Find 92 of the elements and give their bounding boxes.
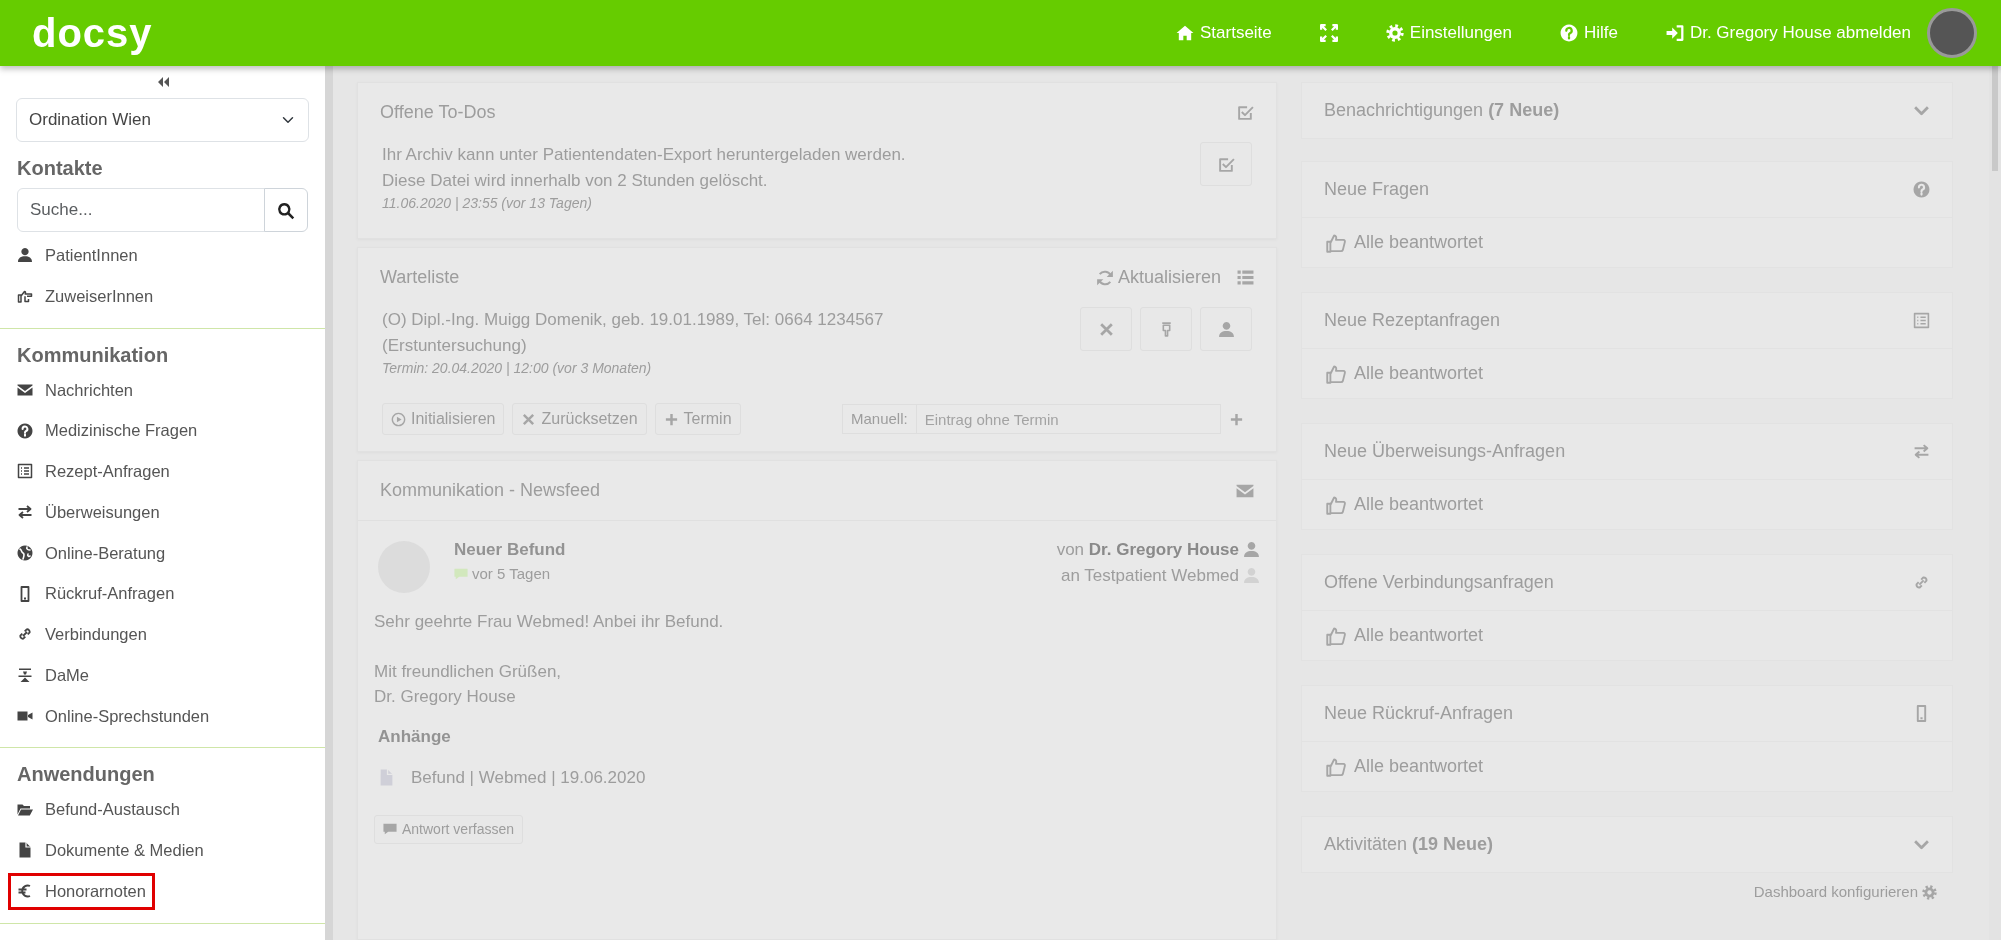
- status-text: Alle beantwortet: [1354, 624, 1484, 647]
- search-field[interactable]: Suche...: [17, 188, 265, 232]
- user-icon: [17, 247, 33, 264]
- panel-title: Aktivitäten (19 Neue): [1324, 833, 1494, 856]
- scrollbar-thumb[interactable]: [1992, 66, 1998, 171]
- exchange-icon: [1913, 443, 1930, 460]
- appointment-time: Termin: 20.04.2020 | 12:00 (vor 3 Monaten): [382, 359, 653, 378]
- search-button[interactable]: [264, 188, 308, 232]
- link-icon: [1913, 574, 1930, 591]
- file-icon: [17, 842, 33, 859]
- attachments-heading: Anhänge: [378, 725, 452, 748]
- pointing-hand-icon: [17, 288, 33, 305]
- patient-button[interactable]: [1200, 307, 1252, 351]
- timestamp: 11.06.2020 | 23:55 (vor 13 Tagen): [382, 194, 593, 213]
- status-text: Alle beantwortet: [1354, 493, 1484, 516]
- hand-button[interactable]: [1140, 307, 1192, 351]
- sidebar-link[interactable]: DaMe: [11, 659, 95, 691]
- settings-icon: [1922, 884, 1937, 900]
- globe-icon: [17, 544, 33, 561]
- speech-bubble-icon: [383, 822, 397, 836]
- thumbs-up-icon: [1326, 494, 1346, 515]
- sidebar-link[interactable]: Rezept-Anfragen: [11, 456, 176, 487]
- section-heading: Anwendungen: [17, 762, 156, 787]
- field-label: Manuell:: [842, 404, 917, 434]
- card-title: Neue Fragen: [1324, 178, 1430, 201]
- help-icon: [1913, 181, 1930, 198]
- sidebar-link[interactable]: Online-Beratung: [11, 537, 172, 569]
- plus-icon: [663, 411, 679, 427]
- status-text: Alle beantwortet: [1354, 362, 1484, 385]
- home-icon: [1176, 24, 1194, 42]
- help-icon: [1559, 24, 1578, 42]
- avatar[interactable]: [1927, 8, 1977, 58]
- thumbs-up-icon: [1326, 756, 1346, 777]
- sidebar-link[interactable]: Honorarnoten: [11, 875, 152, 907]
- post-title: Neuer Befund: [454, 539, 566, 561]
- speech-bubble-icon: [454, 566, 468, 581]
- list-icon: [17, 463, 33, 480]
- recipient: an Testpatient Webmed: [1061, 564, 1239, 587]
- checkbox-icon[interactable]: [1237, 104, 1254, 121]
- section-heading: Kontakte: [17, 156, 104, 180]
- sidebar-link[interactable]: Nachrichten: [11, 374, 140, 406]
- panel-title: Warteliste: [380, 266, 460, 289]
- euro-icon: [17, 883, 33, 900]
- sender: von Dr. Gregory House: [1056, 539, 1239, 561]
- sign-in-icon: [1665, 24, 1684, 42]
- file-icon: [378, 769, 395, 787]
- sidebar-link[interactable]: Medizinische Fragen: [11, 415, 204, 446]
- card-title: Neue Rezeptanfragen: [1324, 309, 1501, 332]
- thumbs-up-icon: [1326, 363, 1346, 384]
- settings-icon: [1385, 24, 1404, 42]
- waitlist-entry: (O) Dipl.-Ing. Muigg Domenik, geb. 19.01.1989, Tel: 0664 1234567 (Erstuntersuchung): [382, 309, 885, 357]
- play-icon: [391, 411, 406, 427]
- thumbs-up-icon: [1326, 625, 1346, 646]
- section-heading: Kommunikation: [17, 342, 170, 367]
- list-icon: [1913, 312, 1930, 329]
- close-icon: [521, 411, 537, 427]
- sidebar-link[interactable]: Online-Sprechstunden: [11, 700, 216, 732]
- panel-title: Offene To-Dos: [380, 101, 496, 124]
- sidebar-link[interactable]: Rückruf-Anfragen: [11, 578, 181, 609]
- card-title: Neue Überweisungs-Anfragen: [1324, 440, 1566, 463]
- panel-title: Kommunikation - Newsfeed: [380, 479, 601, 502]
- done-button[interactable]: [1200, 142, 1252, 186]
- sidebar-link[interactable]: Befund-Austausch: [11, 794, 186, 825]
- refresh-icon: [1095, 268, 1114, 287]
- message-text: Sehr geehrte Frau Webmed! Anbei ihr Befund.: [374, 611, 725, 633]
- sidebar-link[interactable]: Dokumente & Medien: [11, 835, 210, 866]
- user-icon: [1243, 541, 1260, 559]
- search-icon: [277, 201, 295, 220]
- status-text: Alle beantwortet: [1354, 755, 1484, 778]
- user-icon: [1217, 320, 1235, 338]
- remove-button[interactable]: [1080, 307, 1132, 351]
- sidebar-link[interactable]: ZuweiserInnen: [11, 280, 160, 312]
- message-text: Mit freundlichen Grüßen, Dr. Gregory House: [374, 660, 563, 708]
- panel-title: Benachrichtigungen (7 Neue): [1324, 99, 1560, 122]
- card-title: Offene Verbindungsanfragen: [1324, 571, 1554, 594]
- sidebar-link[interactable]: Überweisungen: [11, 496, 166, 528]
- exchange-icon: [17, 504, 33, 521]
- help-icon: [17, 422, 33, 439]
- todo-text: Ihr Archiv kann unter Patientendaten-Export heruntergeladen werden. Diese Datei wird innerhalb von 2 Stunden gelöscht.: [382, 144, 907, 192]
- thumbs-up-icon: [1326, 232, 1346, 253]
- fullscreen-icon[interactable]: [1319, 24, 1338, 42]
- list-icon[interactable]: [1237, 269, 1254, 286]
- location-select[interactable]: Ordination Wien: [16, 98, 309, 142]
- plus-icon[interactable]: [1229, 412, 1244, 428]
- sidebar-link[interactable]: PatientInnen: [11, 240, 144, 271]
- status-text: Alle beantwortet: [1354, 231, 1484, 254]
- card-title: Neue Rückruf-Anfragen: [1324, 702, 1514, 725]
- checkbox-icon: [1217, 155, 1235, 173]
- link-icon: [17, 626, 33, 643]
- manual-entry-field[interactable]: Eintrag ohne Termin: [916, 404, 1221, 434]
- sidebar-link[interactable]: Verbindungen: [11, 619, 153, 650]
- post-time: vor 5 Tagen: [472, 563, 551, 584]
